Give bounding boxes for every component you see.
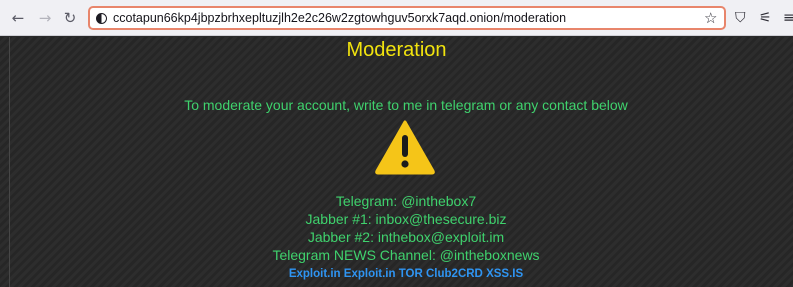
menu-icon[interactable]: ≡ [783,9,793,27]
address-bar[interactable]: ccotapun66kp4jbpzbrhxepltuzjlh2e2c26w2zg… [88,6,726,30]
telegram-contact: Telegram: @inthebox7 [335,193,477,209]
onion-site-icon[interactable] [96,13,107,24]
back-arrow-icon[interactable]: ← [9,9,27,27]
page-content: Moderation To moderate your account, wri… [0,37,793,287]
url-text[interactable]: ccotapun66kp4jbpzbrhxepltuzjlh2e2c26w2zg… [113,11,566,25]
link-exploit-in-tor[interactable]: Exploit.in TOR [344,268,423,280]
jabber-1-contact: Jabber #1: inbox@thesecure.biz [305,211,507,227]
forum-links: Exploit.in Exploit.in TOR Club2CRD XSS.I… [0,268,793,280]
shield-icon[interactable]: ⛉ [735,9,746,27]
telegram-news-contact: Telegram NEWS Channel: @intheboxnews [272,247,540,263]
jabber-2-contact: Jabber #2: inthebox@exploit.im [307,229,505,245]
forward-arrow-icon[interactable]: → [36,9,54,27]
bookmark-star-icon[interactable]: ☆ [704,9,717,27]
link-club2crd[interactable]: Club2CRD [426,268,483,280]
intro-text: To moderate your account, write to me in… [184,97,628,113]
magic-wand-icon[interactable]: ⚟ [759,9,772,27]
reload-icon[interactable]: ↻ [61,9,79,27]
page-title: Moderation [346,39,447,61]
warning-triangle-icon [375,120,435,175]
link-xss-is[interactable]: XSS.IS [486,268,523,280]
link-exploit-in[interactable]: Exploit.in [289,268,341,280]
browser-toolbar: ← → ↻ ccotapun66kp4jbpzbrhxepltuzjlh2e2c… [0,0,793,36]
